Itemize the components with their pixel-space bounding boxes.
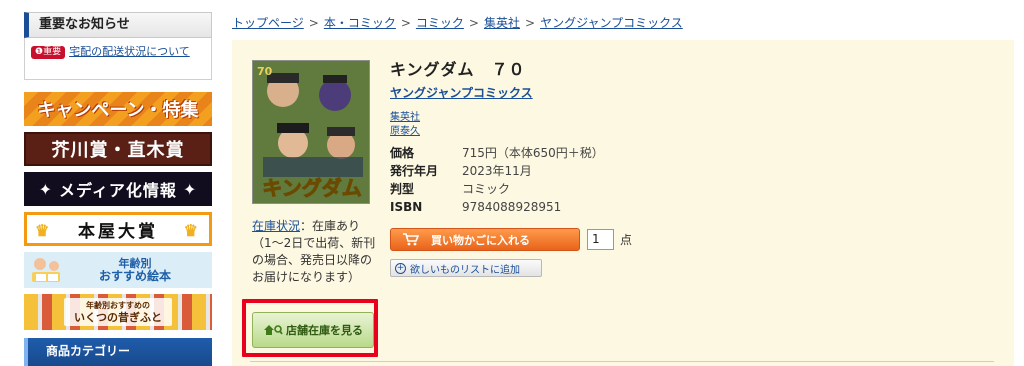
spec-value: 2023年11月 xyxy=(462,164,532,178)
bookstore-award-label: 本屋大賞 xyxy=(78,221,158,242)
add-to-cart-button[interactable]: 買い物かごに入れる xyxy=(390,228,580,251)
quantity-unit: 点 xyxy=(620,233,633,247)
cart-icon xyxy=(403,233,419,246)
notice-box: ❶重要 宅配の配送状況について xyxy=(24,38,212,80)
spec-value: コミック xyxy=(462,182,511,196)
breadcrumb-label[interactable]: ヤングジャンプコミックス xyxy=(540,16,683,30)
akutagawa-naoki-banner[interactable]: 芥川賞・直木賞 xyxy=(24,132,212,166)
breadcrumb-separator: > xyxy=(400,16,411,30)
age-picturebook-banner[interactable]: 年齢別 おすすめ絵本 xyxy=(24,252,212,288)
product-title: キングダム ７０ xyxy=(390,60,526,79)
children-reading-icon xyxy=(32,258,60,282)
spec-value: 715円（本体650円＋税） xyxy=(462,146,604,160)
quantity-input[interactable]: 1 xyxy=(587,229,614,250)
product-panel: 70 キングダム 在庫状況：在庫あり（1〜2日で出荷、新刊の場合、発売日以降のお… xyxy=(232,40,1014,366)
breadcrumb-comic[interactable]: コミック xyxy=(416,16,464,30)
media-info-banner[interactable]: ✦ メディア化情報 ✦ xyxy=(24,172,212,206)
breadcrumb-separator: > xyxy=(308,16,319,30)
spec-value: 9784088928951 xyxy=(462,200,562,214)
cover-title-text: キングダム xyxy=(262,176,361,200)
store-stock-label: 店舗在庫を見る xyxy=(286,324,363,337)
campaign-banner[interactable]: キャンペーン・特集 xyxy=(24,92,212,126)
book-cover-image: 70 キングダム xyxy=(252,60,370,204)
notice-title: 重要なお知らせ xyxy=(24,12,212,38)
stock-status: 在庫状況：在庫あり（1〜2日で出荷、新刊の場合、発売日以降のお届けになります） xyxy=(252,218,380,286)
important-badge: ❶重要 xyxy=(31,46,66,59)
gift-banner[interactable]: 年齢別おすすめの いくつの昔ぎふと xyxy=(24,294,212,330)
age-banner-line2: おすすめ絵本 xyxy=(98,269,171,283)
store-stock-button[interactable]: 店舗在庫を見る xyxy=(252,312,374,348)
category-header[interactable]: 商品カテゴリー xyxy=(24,338,212,366)
sidebar: 重要なお知らせ ❶重要 宅配の配送状況について キャンペーン・特集 芥川賞・直木賞… xyxy=(24,12,212,330)
store-search-icon xyxy=(264,325,283,335)
breadcrumb-books[interactable]: 本・コミック xyxy=(324,16,396,30)
spec-row: ISBN 9784088928951 xyxy=(390,198,604,216)
add-to-cart-label: 買い物かごに入れる xyxy=(431,233,530,247)
sparkle-icon: ✦ xyxy=(38,179,54,199)
media-banner-label: メディア化情報 xyxy=(59,181,177,200)
spec-key: 価格 xyxy=(390,146,415,160)
sparkle-icon: ✦ xyxy=(182,179,198,199)
spec-key: 判型 xyxy=(390,182,415,196)
cover-art: 70 キングダム xyxy=(253,61,369,203)
breadcrumb: トップページ > 本・コミック > コミック > 集英社 > ヤングジャンプコミックス xyxy=(232,14,683,31)
add-to-wishlist-button[interactable]: + 欲しいものリストに追加 xyxy=(390,259,542,277)
label-link[interactable]: ヤングジャンプコミックス xyxy=(390,84,533,101)
plus-icon: + xyxy=(395,262,406,274)
notice-link[interactable]: 宅配の配送状況について xyxy=(69,45,190,58)
spec-row: 発行年月 2023年11月 xyxy=(390,162,604,180)
breadcrumb-publisher[interactable]: 集英社 xyxy=(484,16,520,30)
breadcrumb-separator: > xyxy=(468,16,479,30)
breadcrumb-separator: > xyxy=(525,16,536,30)
crown-icon: ♛ xyxy=(183,221,201,240)
akutagawa-banner-label: 芥川賞・直木賞 xyxy=(51,140,185,161)
divider xyxy=(250,361,994,362)
crown-icon: ♛ xyxy=(35,221,53,240)
breadcrumb-top[interactable]: トップページ xyxy=(232,16,304,30)
publisher-link[interactable]: 集英社 xyxy=(390,108,420,123)
stock-status-link[interactable]: 在庫状況 xyxy=(252,219,300,233)
campaign-banner-label: キャンペーン・特集 xyxy=(37,100,199,121)
author-link[interactable]: 原泰久 xyxy=(390,122,420,137)
cover-volume-number: 70 xyxy=(257,65,273,78)
wishlist-label: 欲しいものリストに追加 xyxy=(410,264,520,276)
spec-row: 価格 715円（本体650円＋税） xyxy=(390,144,604,162)
spec-row: 判型 コミック xyxy=(390,180,604,198)
bookstore-award-banner[interactable]: ♛ 本屋大賞 ♛ xyxy=(24,212,212,246)
spec-key: 発行年月 xyxy=(390,164,439,178)
gift-banner-line2: いくつの昔ぎふと xyxy=(74,311,162,324)
spec-table: 価格 715円（本体650円＋税） 発行年月 2023年11月 判型 コミック ISB… xyxy=(390,144,604,216)
spec-key: ISBN xyxy=(390,200,423,214)
